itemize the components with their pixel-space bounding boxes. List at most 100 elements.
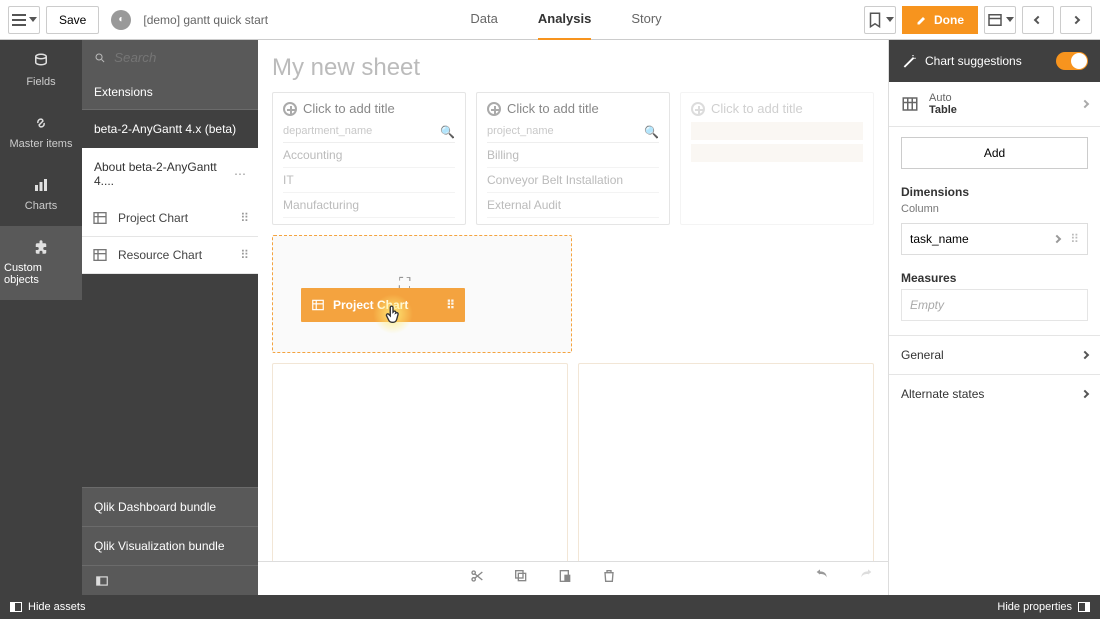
bar-chart-icon (32, 176, 50, 194)
database-icon (32, 52, 50, 70)
drag-handle-icon[interactable]: ⠿ (240, 248, 248, 262)
extension-chart-list: Project Chart ⠿ Resource Chart ⠿ (82, 200, 258, 274)
rail-charts[interactable]: Charts (0, 164, 82, 226)
plus-icon (283, 102, 297, 116)
search-input[interactable] (114, 50, 246, 65)
pencil-icon (916, 14, 928, 26)
footer-bar: Hide assets Hide properties (0, 595, 1100, 619)
next-sheet-button[interactable] (1060, 6, 1092, 34)
chart-item-project[interactable]: Project Chart ⠿ (82, 200, 258, 237)
extension-item-anygantt[interactable]: beta-2-AnyGantt 4.x (beta) (82, 110, 258, 148)
panel-left-icon (10, 602, 22, 612)
bookmark-button[interactable] (864, 6, 896, 34)
table-row: Accounting (283, 143, 455, 168)
left-rail: Fields Master items Charts Custom object… (0, 40, 82, 595)
asset-panel: Extensions beta-2-AnyGantt 4.x (beta) Ab… (82, 40, 258, 595)
measures-label: Measures (889, 265, 1100, 287)
chevron-right-icon (1081, 100, 1089, 108)
viz-card-1[interactable]: Click to add title department_name🔍 Acco… (272, 92, 466, 225)
table-icon (311, 298, 325, 312)
general-section[interactable]: General (889, 335, 1100, 374)
add-title-2[interactable]: Click to add title (487, 101, 659, 116)
table-row: Conveyor Belt Installation (487, 168, 659, 193)
search-icon[interactable]: 🔍 (440, 125, 455, 139)
plus-icon (691, 102, 705, 116)
add-field-button[interactable]: Add (901, 137, 1088, 169)
viz-card-2[interactable]: Click to add title project_name🔍 Billing… (476, 92, 670, 225)
wand-icon (901, 53, 917, 69)
rail-custom-objects[interactable]: Custom objects (0, 226, 82, 300)
properties-panel: Chart suggestions AutoTable Add Dimensio… (888, 40, 1100, 595)
paste-icon (557, 568, 573, 584)
table-icon (92, 247, 108, 263)
auto-chart-type[interactable]: AutoTable (889, 82, 1100, 127)
scissors-icon (469, 568, 485, 584)
drag-handle-icon[interactable]: ⠿ (1070, 232, 1079, 246)
table-row: Manufacturing (283, 193, 455, 218)
table-row: IT (283, 168, 455, 193)
prev-sheet-button[interactable] (1022, 6, 1054, 34)
table-icon (901, 95, 919, 113)
bundle-visualization[interactable]: Qlik Visualization bundle (82, 526, 258, 565)
measures-empty[interactable]: Empty (901, 289, 1088, 321)
delete-button[interactable] (601, 568, 617, 589)
rail-fields[interactable]: Fields (0, 40, 82, 102)
drag-handle-icon: ⠿ (446, 298, 455, 312)
table-row: Billing (487, 143, 659, 168)
dimensions-label: Dimensions (889, 179, 1100, 201)
table-row: External Audit (487, 193, 659, 218)
column-label: Column (889, 201, 1100, 221)
search-icon[interactable]: 🔍 (644, 125, 659, 139)
empty-cell-1[interactable] (272, 363, 568, 561)
copy-icon (513, 568, 529, 584)
extensions-section-header[interactable]: Extensions (82, 75, 258, 110)
chart-item-resource[interactable]: Resource Chart ⠿ (82, 237, 258, 274)
chart-suggestions-bar: Chart suggestions (889, 40, 1100, 82)
tab-analysis[interactable]: Analysis (538, 0, 591, 41)
bundle-dashboard[interactable]: Qlik Dashboard bundle (82, 487, 258, 526)
undo-button[interactable] (814, 568, 830, 589)
asset-search[interactable] (82, 40, 258, 75)
done-button[interactable]: Done (902, 6, 978, 34)
canvas-area: My new sheet Click to add title departme… (258, 40, 888, 595)
chevron-right-icon (1081, 350, 1089, 358)
bookmark-icon (866, 11, 884, 29)
suggestions-toggle[interactable] (1056, 52, 1088, 70)
chevron-right-icon (1053, 235, 1061, 243)
redo-button[interactable] (858, 568, 874, 589)
add-title-1[interactable]: Click to add title (283, 101, 455, 116)
menu-button[interactable] (8, 6, 40, 34)
chevron-right-icon (1081, 389, 1089, 397)
hide-properties-button[interactable]: Hide properties (987, 601, 1100, 613)
panel-right-icon (1078, 602, 1090, 612)
view-tabs: Data Analysis Story (274, 0, 858, 39)
puzzle-icon (32, 238, 50, 256)
drop-target[interactable]: ⛶ Project Chart ⠿ (272, 235, 572, 353)
copy-button[interactable] (513, 568, 529, 589)
dimension-item[interactable]: task_name ⠿ (901, 223, 1088, 255)
undo-icon (814, 568, 830, 584)
save-button[interactable]: Save (46, 6, 99, 34)
cursor-highlight (373, 294, 413, 334)
extension-about[interactable]: About beta-2-AnyGantt 4....⋯ (82, 148, 258, 200)
cut-button[interactable] (469, 568, 485, 589)
drag-handle-icon[interactable]: ⠿ (240, 211, 248, 225)
tab-story[interactable]: Story (631, 0, 661, 41)
document-title: [demo] gantt quick start (143, 13, 268, 27)
rail-master-items[interactable]: Master items (0, 102, 82, 164)
tab-data[interactable]: Data (470, 0, 497, 41)
table-icon (92, 210, 108, 226)
asset-panel-footer[interactable] (82, 565, 258, 595)
alternate-states-section[interactable]: Alternate states (889, 374, 1100, 413)
hide-assets-button[interactable]: Hide assets (0, 601, 95, 613)
paste-button[interactable] (557, 568, 573, 589)
plus-icon (487, 102, 501, 116)
sheets-dropdown-button[interactable] (984, 6, 1016, 34)
sheet-icon (986, 11, 1004, 29)
sheet-title[interactable]: My new sheet (272, 54, 874, 82)
viz-card-3[interactable]: Click to add title (680, 92, 874, 225)
top-toolbar: Save ◐ [demo] gantt quick start Data Ana… (0, 0, 1100, 40)
trash-icon (601, 568, 617, 584)
empty-cell-2[interactable] (578, 363, 874, 561)
add-title-3[interactable]: Click to add title (691, 101, 863, 116)
